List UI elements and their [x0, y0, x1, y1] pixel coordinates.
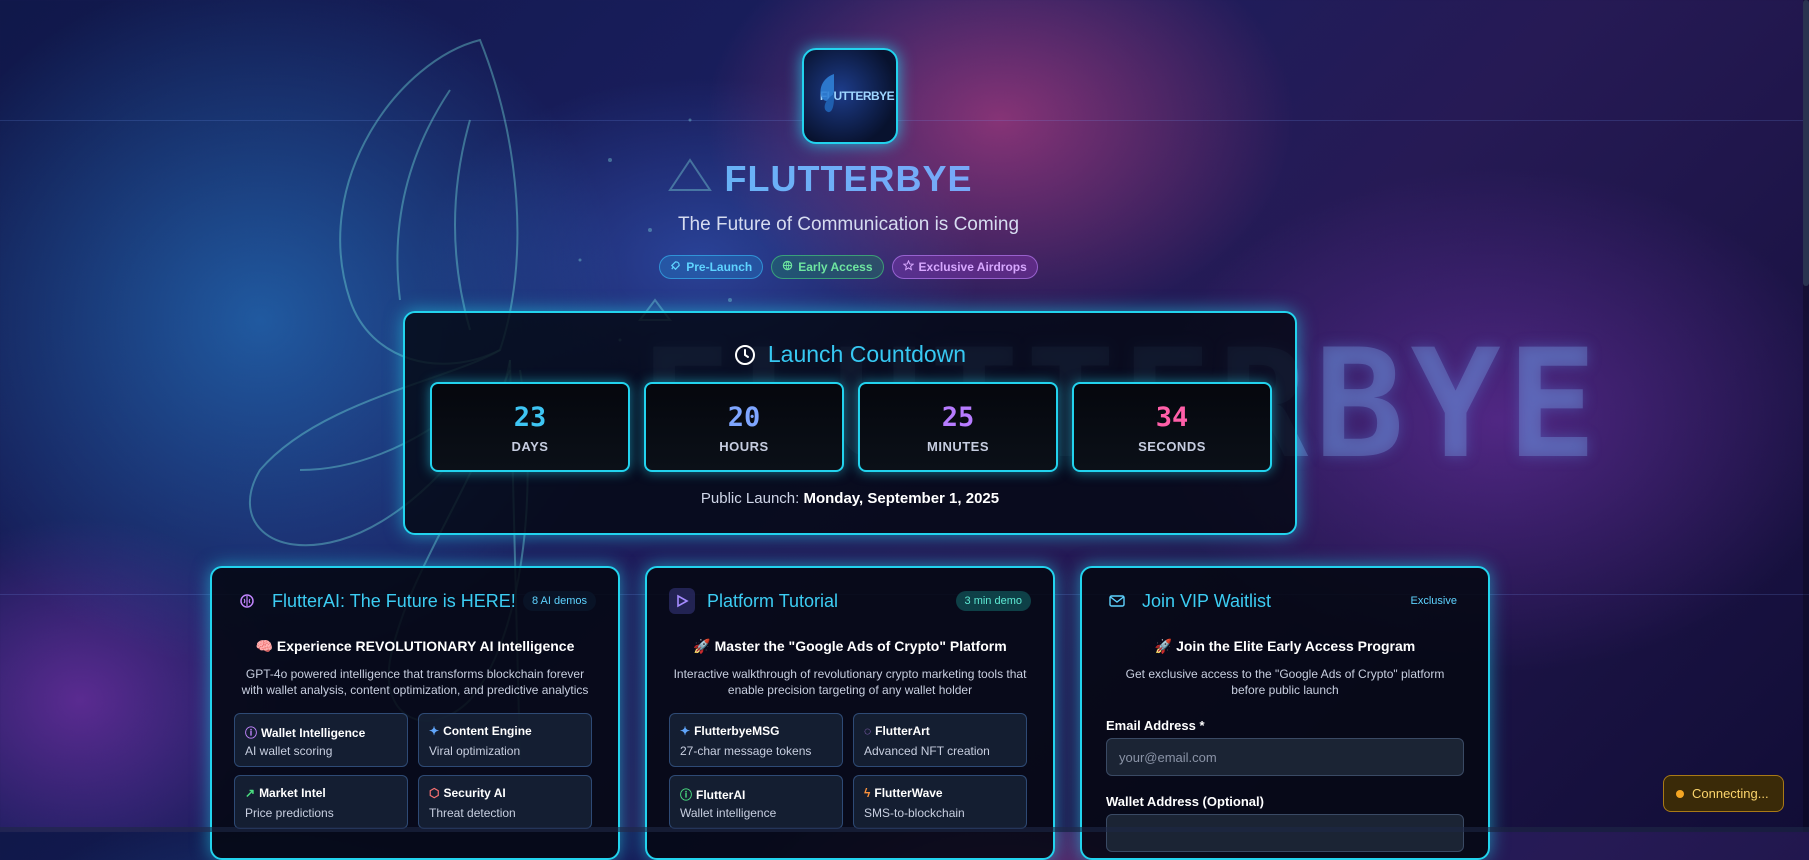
flutterai-card: FlutterAI: The Future is HERE! 8 AI demo… [210, 566, 620, 860]
clock-icon [734, 344, 755, 365]
rocket-icon [670, 260, 681, 274]
countdown-header: Launch Countdown [405, 341, 1295, 368]
countdown-title: Launch Countdown [767, 341, 967, 367]
palette-icon: ◌ [864, 724, 872, 738]
vip-waitlist-card: Join VIP Waitlist Exclusive 🚀 Join the E… [1080, 566, 1490, 860]
shield-icon: ⬡ [429, 786, 440, 800]
feature-wallet-intelligence[interactable]: ⓘ Wallet Intelligence AI wallet scoring [234, 713, 408, 767]
card-subtitle: 🚀 Master the "Google Ads of Crypto" Plat… [693, 638, 1007, 654]
feature-flutterwave[interactable]: ϟ FlutterWave SMS-to-blockchain [853, 775, 1027, 829]
countdown-value: 23 [513, 402, 547, 433]
email-label: Email Address * [1106, 718, 1205, 733]
feature-title: FlutterArt [875, 724, 930, 738]
feature-title: Wallet Intelligence [261, 725, 366, 740]
brand-logo: FLUTTERBYE [802, 48, 898, 144]
email-field[interactable] [1106, 738, 1464, 776]
butterfly-icon [820, 74, 834, 113]
card-title: FlutterAI: The Future is HERE! [272, 590, 516, 611]
card-title: Platform Tutorial [707, 590, 839, 611]
brain-icon: ⓘ [680, 788, 693, 802]
mail-icon [1104, 588, 1130, 614]
feature-security-ai[interactable]: ⬡ Security AI Threat detection [418, 775, 592, 829]
demo-length-pill: 3 min demo [955, 591, 1031, 611]
countdown-hours: 20 HOURS [644, 382, 844, 472]
launch-prefix: Public Launch: [700, 490, 800, 507]
status-label: Connecting... [1692, 786, 1769, 801]
card-header: FlutterAI: The Future is HERE! 8 AI demo… [234, 588, 596, 614]
sparkle-icon: ✦ [680, 724, 691, 738]
platform-tutorial-card: Platform Tutorial 3 min demo 🚀 Master th… [645, 566, 1055, 860]
badge-row: Pre-Launch Early Access Exclusive Airdro… [0, 255, 1697, 279]
countdown-value: 25 [941, 402, 975, 433]
card-description: GPT-4o powered intelligence that transfo… [241, 667, 589, 697]
countdown-value: 20 [727, 402, 761, 433]
bottom-edge [0, 827, 1809, 832]
badge-label: Exclusive Airdrops [918, 260, 1027, 274]
globe-icon [782, 260, 793, 274]
wallet-label: Wallet Address (Optional) [1106, 794, 1264, 809]
card-subtitle: 🚀 Join the Elite Early Access Program [1154, 638, 1416, 654]
card-header: Join VIP Waitlist Exclusive [1104, 588, 1466, 614]
public-launch-date: Public Launch: Monday, September 1, 2025 [405, 490, 1295, 507]
brain-icon [234, 588, 260, 614]
card-description: Get exclusive access to the "Google Ads … [1125, 667, 1445, 697]
feature-desc: SMS-to-blockchain [864, 806, 965, 820]
countdown-seconds: 34 SECONDS [1072, 382, 1272, 472]
badge-exclusive-airdrops: Exclusive Airdrops [891, 255, 1038, 279]
sparkle-icon: ✦ [429, 724, 440, 738]
exclusive-pill: Exclusive [1410, 595, 1457, 607]
feature-market-intel[interactable]: ↗ Market Intel Price predictions [234, 775, 408, 829]
badge-early-access: Early Access [771, 255, 884, 279]
badge-pre-launch: Pre-Launch [659, 255, 764, 279]
feature-desc: Price predictions [245, 806, 334, 820]
badge-label: Pre-Launch [686, 260, 753, 274]
feature-desc: 27-char message tokens [680, 744, 812, 758]
feature-content-engine[interactable]: ✦ Content Engine Viral optimization [418, 713, 592, 767]
feature-desc: Threat detection [429, 806, 516, 820]
wallet-address-field[interactable] [1106, 814, 1464, 852]
feature-title: FlutterAI [696, 787, 746, 802]
feature-flutterbyemsg[interactable]: ✦ FlutterbyeMSG 27-char message tokens [669, 713, 843, 767]
card-header: Platform Tutorial 3 min demo [669, 588, 1031, 614]
feature-title: FlutterbyeMSG [694, 724, 780, 738]
trend-icon: ↗ [245, 786, 256, 800]
scrollbar-thumb[interactable] [1803, 0, 1809, 286]
play-icon[interactable] [669, 588, 695, 614]
brand-title: FLUTTERBYE [0, 158, 1697, 200]
feature-desc: AI wallet scoring [245, 744, 333, 758]
feature-title: Content Engine [443, 724, 532, 738]
card-description: Interactive walkthrough of revolutionary… [673, 667, 1027, 697]
countdown-label: DAYS [511, 439, 549, 454]
bolt-icon: ϟ [864, 786, 871, 800]
feature-title: FlutterWave [874, 786, 943, 800]
star-icon [902, 259, 914, 274]
countdown-label: SECONDS [1138, 439, 1206, 454]
demo-count-pill: 8 AI demos [522, 591, 596, 611]
feature-desc: Advanced NFT creation [864, 744, 990, 758]
countdown-label: HOURS [719, 439, 769, 454]
feature-desc: Wallet intelligence [680, 806, 777, 820]
card-subtitle: 🧠 Experience REVOLUTIONARY AI Intelligen… [255, 638, 575, 654]
countdown-days: 23 DAYS [430, 382, 630, 472]
feature-title: Security AI [443, 786, 506, 800]
grid-line [0, 120, 1809, 121]
countdown-label: MINUTES [927, 439, 989, 454]
connection-status: Connecting... [1663, 775, 1784, 812]
feature-flutterai[interactable]: ⓘ FlutterAI Wallet intelligence [669, 775, 843, 829]
launch-countdown-panel: Launch Countdown 23 DAYS 20 HOURS 25 MIN… [403, 311, 1297, 535]
scrollbar[interactable] [1803, 0, 1809, 832]
card-title: Join VIP Waitlist [1142, 590, 1272, 611]
brain-icon: ⓘ [245, 726, 258, 740]
countdown-value: 34 [1155, 402, 1189, 433]
countdown-minutes: 25 MINUTES [858, 382, 1058, 472]
feature-desc: Viral optimization [429, 744, 521, 758]
feature-title: Market Intel [259, 786, 326, 800]
launch-date: Monday, September 1, 2025 [803, 490, 1000, 507]
tagline: The Future of Communication is Coming [677, 214, 1020, 235]
status-dot-icon [1676, 789, 1684, 798]
feature-flutterart[interactable]: ◌ FlutterArt Advanced NFT creation [853, 713, 1027, 767]
badge-label: Early Access [798, 260, 873, 274]
